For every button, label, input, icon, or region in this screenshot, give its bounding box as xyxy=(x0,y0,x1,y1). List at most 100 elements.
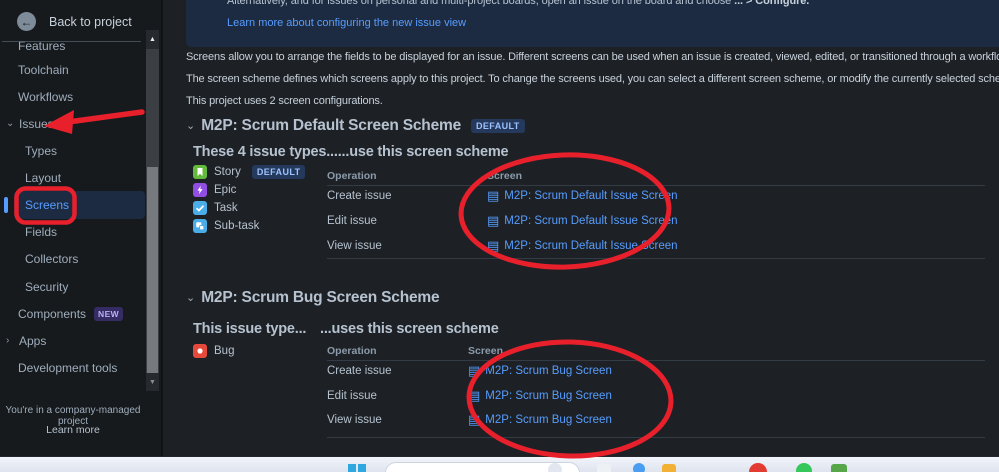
table1-header-screen: Screen xyxy=(487,170,523,182)
sidebar-item-screens[interactable]: Screens xyxy=(25,196,69,214)
issue-type-label: Bug xyxy=(214,345,235,357)
taskbar-app-icon-5[interactable] xyxy=(796,463,812,472)
screen-link[interactable]: M2P: Scrum Default Issue Screen xyxy=(504,190,677,202)
table2-row1-screen: ▤ M2P: Scrum Bug Screen xyxy=(468,363,612,378)
section-bug-scheme-header: ⌄ M2P: Scrum Bug Screen Scheme xyxy=(186,289,440,307)
intro-paragraph-1: Screens allow you to arrange the fields … xyxy=(186,51,999,63)
sidebar-scrollbar[interactable]: ▲ ▼ xyxy=(146,30,159,391)
taskbar-app-icon-4[interactable] xyxy=(749,463,767,472)
chevron-down-icon[interactable]: ⌄ xyxy=(186,293,195,304)
screen-icon: ▤ xyxy=(468,388,481,403)
sidebar-item-types[interactable]: Types xyxy=(25,142,57,160)
issue-type-heading: This issue type... xyxy=(193,321,307,337)
issue-type-label: Epic xyxy=(214,184,237,196)
taskbar-app-icon-3[interactable] xyxy=(662,464,676,472)
intro-paragraph-2: The screen scheme defines which screens … xyxy=(186,73,999,85)
sidebar-item-fields[interactable]: Fields xyxy=(25,223,57,241)
scheme-heading: ...uses this screen scheme xyxy=(320,321,499,337)
scrollbar-thumb[interactable] xyxy=(147,167,158,373)
sidebar-item-security[interactable]: Security xyxy=(25,278,68,296)
scroll-up-button[interactable]: ▲ xyxy=(146,30,159,49)
bug-icon xyxy=(193,344,207,358)
sidebar-item-apps[interactable]: › Apps xyxy=(6,332,46,350)
new-badge: NEW xyxy=(94,307,124,321)
table2-bottom-divider xyxy=(327,437,985,438)
sidebar-divider xyxy=(2,41,141,42)
issue-type-subtask: Sub-task xyxy=(193,219,259,233)
issue-type-task: Task xyxy=(193,201,238,215)
table2-header-screen: Screen xyxy=(468,345,504,357)
task-icon xyxy=(193,201,207,215)
section2-subheadings: This issue type... ...uses this screen s… xyxy=(193,321,499,337)
subtask-icon xyxy=(193,219,207,233)
table1-row2-operation: Edit issue xyxy=(327,215,377,227)
project-settings-sidebar: ← Back to project Features Toolchain Wor… xyxy=(0,0,163,456)
issue-type-story: Story DEFAULT xyxy=(193,165,306,179)
issue-type-label: Sub-task xyxy=(214,220,260,232)
scroll-down-button[interactable]: ▼ xyxy=(146,373,159,391)
sidebar-item-label: Issues xyxy=(19,117,54,131)
table1-row2-screen: ▤ M2P: Scrum Default Issue Screen xyxy=(487,214,678,227)
table1-row3-screen: ▤ M2P: Scrum Default Issue Screen xyxy=(487,238,678,253)
sidebar-item-label: Components xyxy=(18,307,87,321)
screen-link[interactable]: M2P: Scrum Bug Screen xyxy=(485,390,612,402)
story-icon xyxy=(193,165,207,179)
back-to-project-label: Back to project xyxy=(49,14,132,29)
screen-link[interactable]: M2P: Scrum Default Issue Screen xyxy=(504,240,677,252)
learn-more-issue-view-link[interactable]: Learn more about configuring the new iss… xyxy=(227,17,466,29)
sidebar-item-components[interactable]: Components NEW xyxy=(18,305,124,323)
screen-icon: ▤ xyxy=(468,363,481,378)
table2-row2-screen: ▤ M2P: Scrum Bug Screen xyxy=(468,388,612,403)
chevron-down-icon: ⌄ xyxy=(6,118,15,129)
sidebar-item-collectors[interactable]: Collectors xyxy=(25,250,78,268)
issue-type-epic: Epic xyxy=(193,183,236,197)
screen-link[interactable]: M2P: Scrum Bug Screen xyxy=(485,414,612,426)
table2-header-operation: Operation xyxy=(327,345,377,357)
screen-icon: ▤ xyxy=(487,188,500,203)
table2-header-divider xyxy=(327,360,985,361)
issue-type-bug: Bug xyxy=(193,344,234,358)
sidebar-item-development-tools[interactable]: Development tools xyxy=(18,359,117,377)
sidebar-selected-indicator xyxy=(4,197,8,213)
windows-taskbar[interactable] xyxy=(0,456,999,472)
section1-subheadings: These 4 issue types... ...use this scree… xyxy=(193,144,509,160)
table1-row1-operation: Create issue xyxy=(327,190,392,202)
screen-link[interactable]: M2P: Scrum Default Issue Screen xyxy=(504,215,677,227)
sidebar-item-issues[interactable]: ⌄ Issues xyxy=(6,115,54,133)
windows-start-icon[interactable] xyxy=(348,464,366,472)
issue-type-label: Task xyxy=(214,202,238,214)
taskbar-app-icon-6[interactable] xyxy=(831,464,847,472)
taskbar-app-icon-2[interactable] xyxy=(633,463,645,472)
issue-type-label: Story xyxy=(214,166,241,178)
jira-project-settings-screens-page: Alternatively, and for issues on persona… xyxy=(0,0,999,472)
issue-types-heading: These 4 issue types... xyxy=(193,144,338,160)
learn-more-link[interactable]: Learn more xyxy=(0,424,146,436)
back-arrow-icon: ← xyxy=(17,12,36,31)
table1-header-divider xyxy=(327,185,985,186)
sidebar-item-layout[interactable]: Layout xyxy=(25,169,61,187)
section-title: M2P: Scrum Bug Screen Scheme xyxy=(201,289,440,306)
chevron-down-icon[interactable]: ⌄ xyxy=(186,121,195,132)
sidebar-item-workflows[interactable]: Workflows xyxy=(18,88,73,106)
screen-link[interactable]: M2P: Scrum Bug Screen xyxy=(485,365,612,377)
scheme-heading: ...use this screen scheme xyxy=(337,144,509,160)
table2-row2-operation: Edit issue xyxy=(327,390,377,402)
intro-paragraph-3: This project uses 2 screen configuration… xyxy=(186,95,383,107)
screen-icon: ▤ xyxy=(487,238,500,253)
default-badge: DEFAULT xyxy=(251,165,306,179)
default-badge: DEFAULT xyxy=(471,119,525,133)
search-circle-icon[interactable] xyxy=(548,463,562,472)
sidebar-item-toolchain[interactable]: Toolchain xyxy=(18,61,69,79)
table1-row1-screen: ▤ M2P: Scrum Default Issue Screen xyxy=(487,188,678,203)
section-default-scheme-header: ⌄ M2P: Scrum Default Screen Scheme DEFAU… xyxy=(186,117,525,135)
back-to-project-button[interactable]: ← Back to project xyxy=(17,12,132,31)
table2-row3-operation: View issue xyxy=(327,414,382,426)
table2-row3-screen: ▤ M2P: Scrum Bug Screen xyxy=(468,412,612,427)
screen-icon: ▤ xyxy=(468,412,481,427)
info-panel-text: Alternatively, and for issues on persona… xyxy=(227,0,810,7)
section-title: M2P: Scrum Default Screen Scheme xyxy=(201,117,461,134)
taskbar-app-icon-1[interactable] xyxy=(597,464,611,472)
table1-row3-operation: View issue xyxy=(327,240,382,252)
sidebar-item-features[interactable]: Features xyxy=(18,37,65,55)
info-panel: Alternatively, and for issues on persona… xyxy=(186,0,999,47)
